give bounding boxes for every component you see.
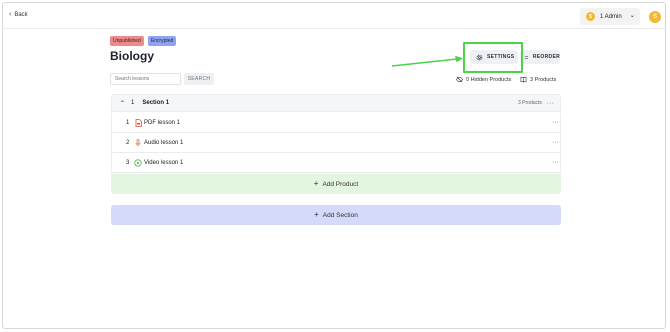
admin-label: 1 Admin xyxy=(600,13,622,20)
admin-dropdown[interactable]: $ 1 Admin ⌄ xyxy=(580,8,640,25)
top-bar: ‹ Back $ 1 Admin ⌄ S xyxy=(3,3,665,29)
list-item[interactable]: 3 Video lesson 1 ··· xyxy=(111,153,561,173)
back-label: Back xyxy=(14,12,28,18)
eye-off-icon xyxy=(456,76,463,83)
products-label: 3 Products xyxy=(530,76,557,83)
avatar[interactable]: S xyxy=(649,11,661,23)
coin-icon: $ xyxy=(586,12,595,21)
hidden-products-label: 0 Hidden Products xyxy=(466,76,512,83)
book-icon xyxy=(520,77,527,83)
list-item[interactable]: 1 PDF lesson 1 ··· xyxy=(111,113,561,133)
add-product-button[interactable]: + Add Product xyxy=(111,174,561,194)
search-input[interactable] xyxy=(110,73,181,85)
hidden-products-count: 0 Hidden Products xyxy=(456,76,511,83)
back-link[interactable]: ‹ Back xyxy=(9,11,28,18)
chevron-left-icon: ‹ xyxy=(9,11,12,18)
list-item[interactable]: 2 Audio lesson 1 ··· xyxy=(111,133,561,153)
lesson-label[interactable]: Audio lesson 1 xyxy=(144,140,183,146)
chevron-down-icon: ⌄ xyxy=(629,13,635,19)
section-product-count: 3 Products xyxy=(518,100,542,106)
pdf-icon xyxy=(134,119,142,127)
play-circle-icon xyxy=(134,159,142,167)
status-badge-encrypted: Encrypted xyxy=(147,36,177,46)
lesson-index: 2 xyxy=(126,139,130,146)
products-count: 3 Products xyxy=(520,76,556,83)
app-window: ‹ Back $ 1 Admin ⌄ S Unpublished Encrypt… xyxy=(2,2,666,329)
section-name: Section 1 xyxy=(142,100,170,106)
add-product-label: Add Product xyxy=(322,180,359,188)
settings-highlight-box xyxy=(463,42,523,73)
section-header[interactable]: ⌃ 1 Section 1 3 Products ··· xyxy=(111,94,561,112)
lesson-label[interactable]: PDF lesson 1 xyxy=(144,120,180,126)
plus-icon: + xyxy=(314,210,319,219)
annotation-arrow xyxy=(391,55,463,67)
reorder-button[interactable]: REORDER xyxy=(520,50,560,64)
ellipsis-icon[interactable]: ··· xyxy=(552,119,559,126)
add-section-button[interactable]: + Add Section xyxy=(111,205,561,225)
chevron-up-icon[interactable]: ⌃ xyxy=(120,100,125,107)
ellipsis-icon[interactable]: ··· xyxy=(552,139,559,146)
lesson-index: 3 xyxy=(126,159,130,166)
search-button[interactable]: SEARCH xyxy=(184,73,214,85)
section-number: 1 xyxy=(131,100,135,106)
reorder-icon xyxy=(524,55,529,59)
ellipsis-icon[interactable]: ··· xyxy=(546,100,555,107)
add-section-label: Add Section xyxy=(322,211,358,219)
status-badges: Unpublished Encrypted xyxy=(110,36,177,46)
ellipsis-icon[interactable]: ··· xyxy=(552,159,559,166)
lesson-index: 1 xyxy=(126,119,130,126)
reorder-label: REORDER xyxy=(532,54,560,60)
microphone-icon xyxy=(134,139,142,147)
page-title: Biology xyxy=(110,49,154,63)
plus-icon: + xyxy=(313,179,319,188)
status-badge-unpublished: Unpublished xyxy=(110,36,144,46)
lesson-label[interactable]: Video lesson 1 xyxy=(144,160,183,166)
